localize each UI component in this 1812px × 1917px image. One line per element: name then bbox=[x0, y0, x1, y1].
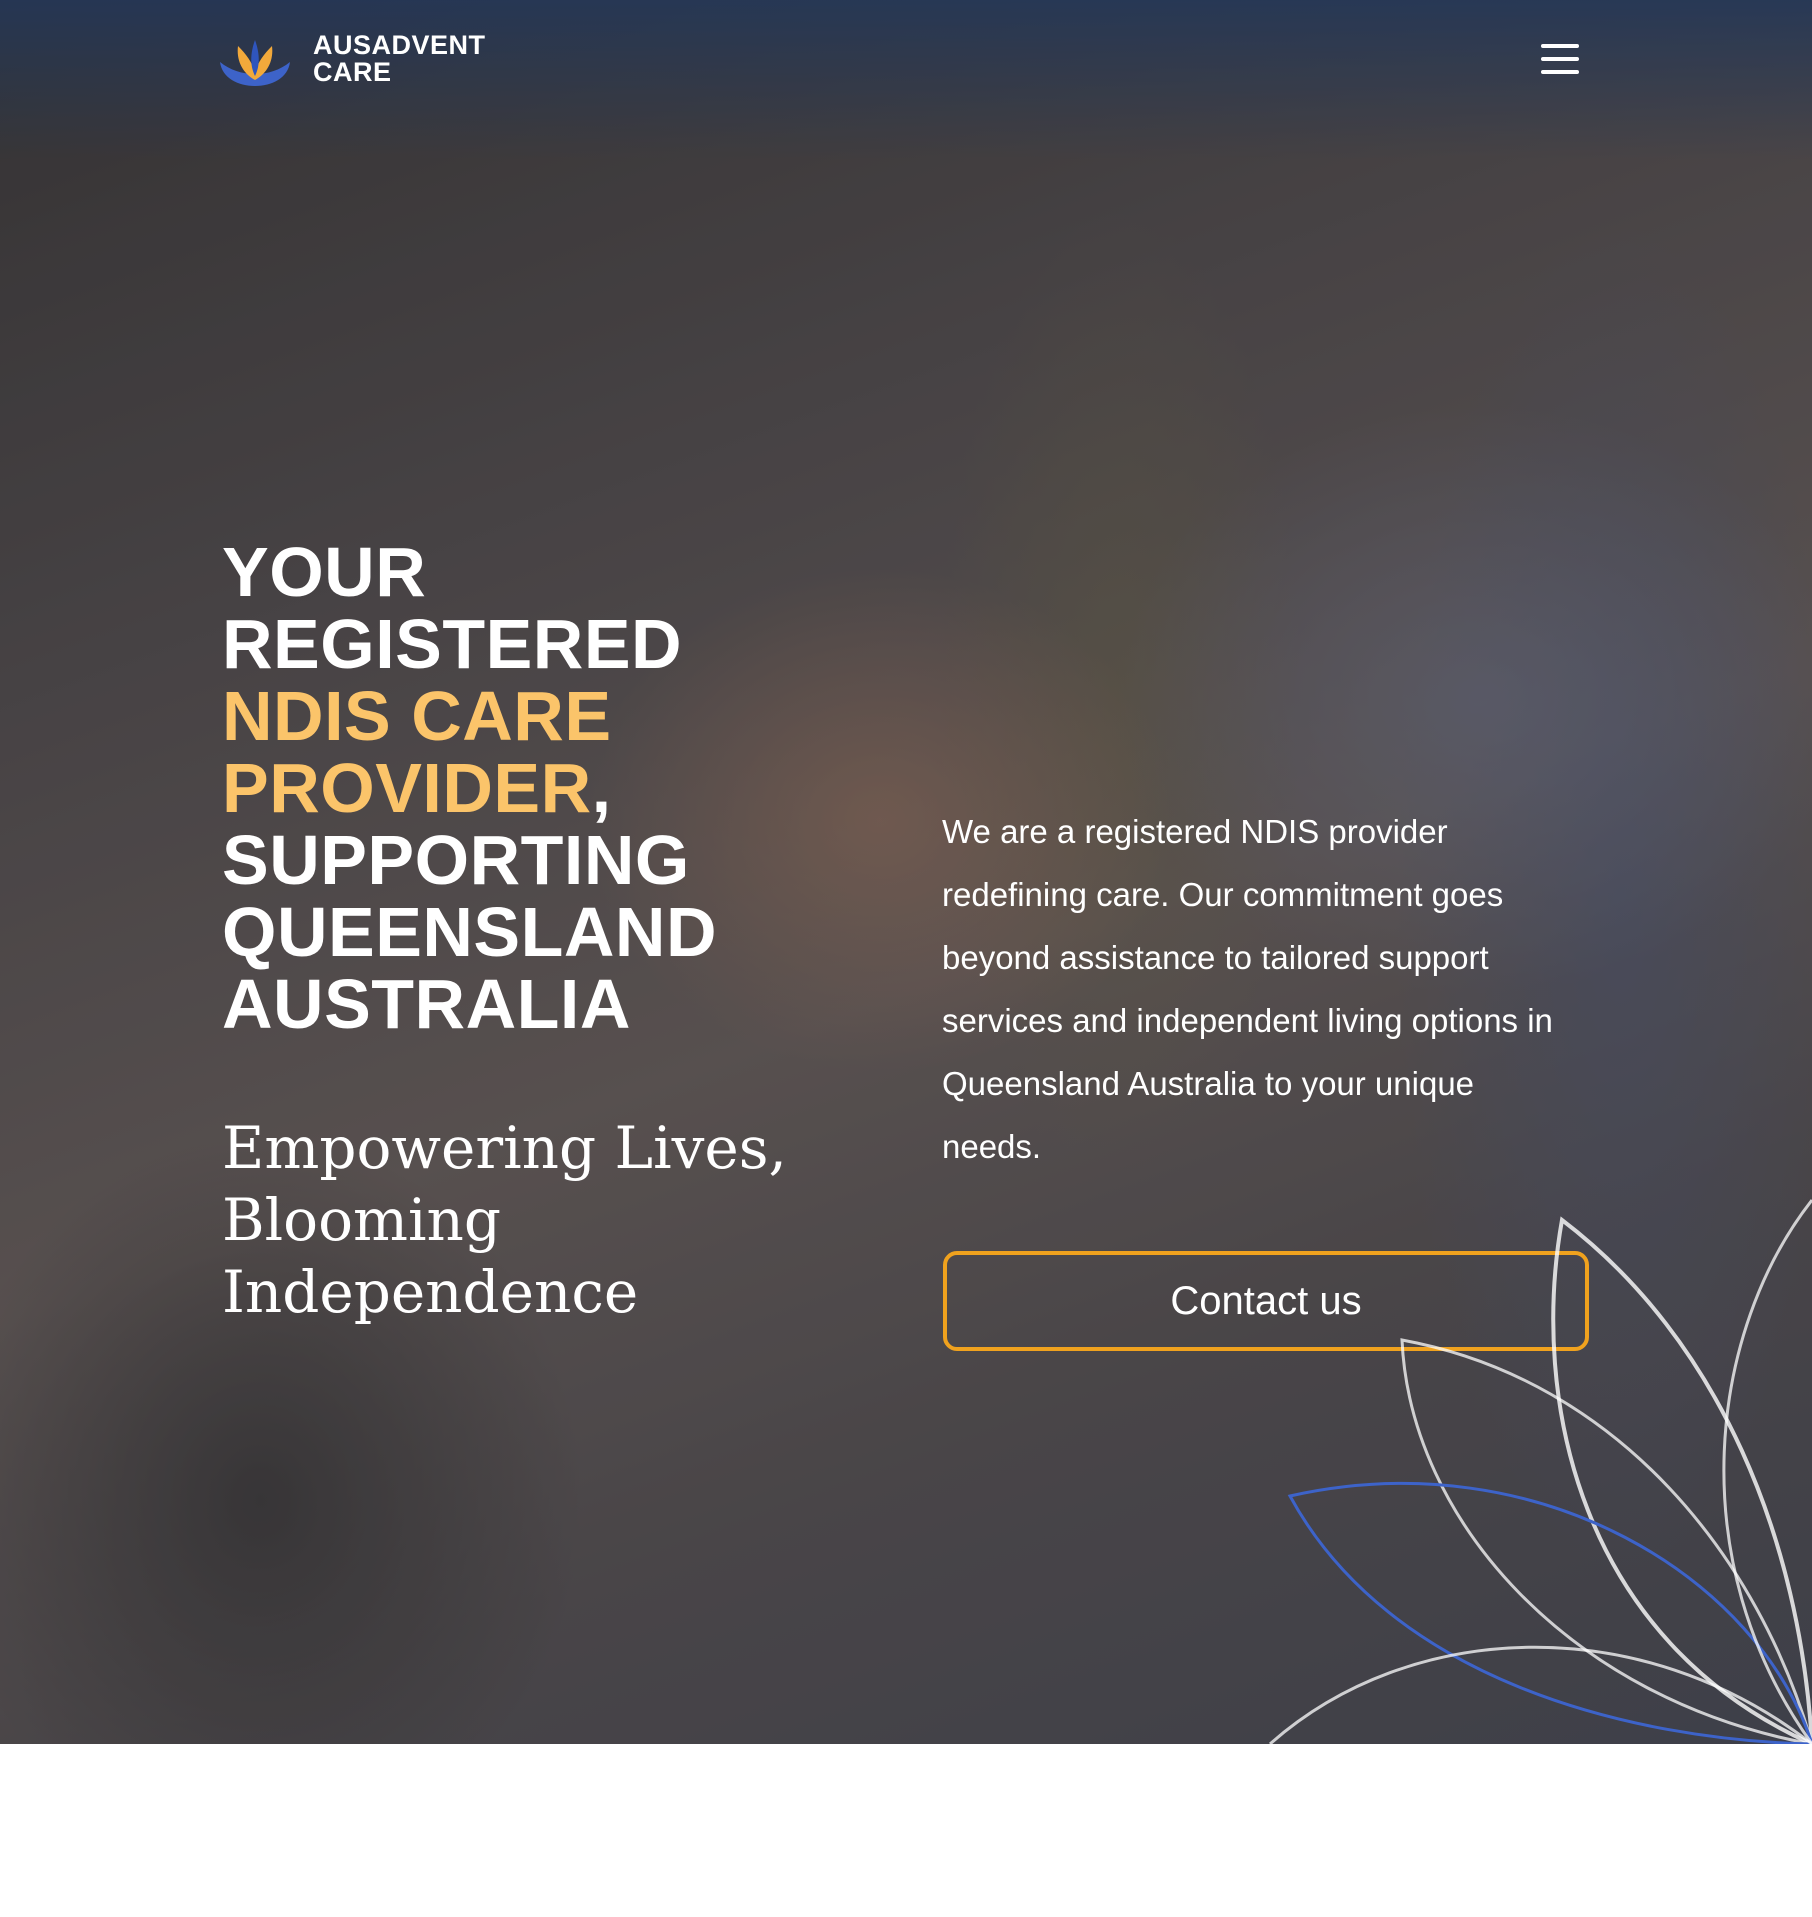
brand-name[interactable]: AUSADVENT CARE bbox=[313, 32, 486, 86]
headline-line: YOUR bbox=[222, 533, 427, 611]
headline-line: AUSTRALIA bbox=[222, 965, 631, 1043]
hero-section: AUSADVENT CARE YOUR REGISTERED NDIS CARE… bbox=[0, 0, 1812, 1744]
tagline-line: Blooming bbox=[222, 1186, 502, 1254]
headline-accent-line: NDIS CARE bbox=[222, 677, 612, 755]
page-content-area bbox=[0, 1744, 1812, 1917]
headline-line: SUPPORTING bbox=[222, 821, 690, 899]
lotus-petals-decoration-icon bbox=[1269, 1199, 1812, 1744]
headline-line-provider: PROVIDER, bbox=[222, 752, 782, 824]
headline-line: QUEENSLAND bbox=[222, 893, 718, 971]
headline-comma: , bbox=[591, 749, 612, 827]
headline-accent-word: PROVIDER bbox=[222, 749, 592, 827]
brand-name-line1: AUSADVENT bbox=[313, 30, 486, 60]
lotus-logo-icon[interactable] bbox=[218, 36, 292, 88]
hero-intro-text: We are a registered NDIS provider redefi… bbox=[942, 813, 1553, 1165]
tagline-line: Independence bbox=[222, 1258, 639, 1326]
hamburger-menu-icon[interactable] bbox=[1537, 40, 1583, 78]
hero-tagline: Empowering Lives, Blooming Independence bbox=[222, 1112, 787, 1328]
headline-line: REGISTERED bbox=[222, 605, 683, 683]
hero-headline: YOUR REGISTERED NDIS CARE PROVIDER, SUPP… bbox=[222, 536, 782, 1040]
brand-name-line2: CARE bbox=[313, 57, 392, 87]
tagline-line: Empowering Lives, bbox=[222, 1114, 787, 1182]
